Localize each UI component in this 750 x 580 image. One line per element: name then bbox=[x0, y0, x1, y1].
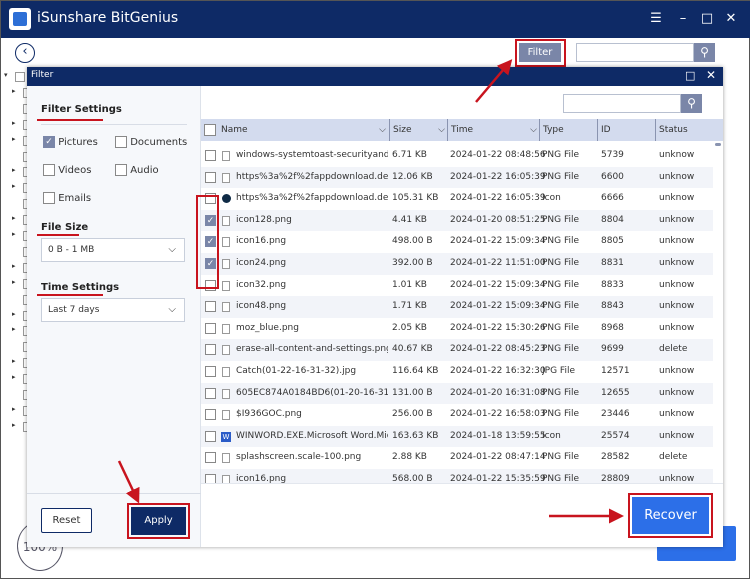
arrow-to-apply bbox=[117, 460, 140, 504]
annotation-arrows bbox=[117, 59, 624, 524]
arrow-to-filter bbox=[475, 59, 513, 103]
